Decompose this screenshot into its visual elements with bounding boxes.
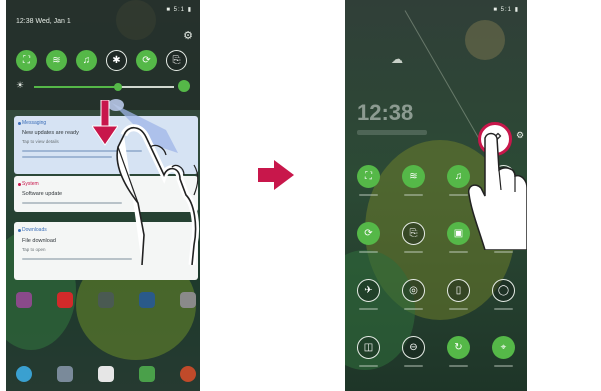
date-line bbox=[357, 130, 427, 135]
tap-gesture-hand bbox=[467, 132, 527, 250]
chrome-app-icon[interactable] bbox=[180, 366, 196, 382]
tile-label bbox=[359, 251, 378, 253]
dock-app-row bbox=[16, 366, 196, 382]
tile-label bbox=[359, 365, 378, 367]
screen-fit-icon: ⛶ bbox=[365, 171, 372, 182]
notification-title: Software update bbox=[22, 191, 63, 197]
tile-label bbox=[449, 308, 468, 310]
notification-text: Tap to open bbox=[22, 247, 46, 252]
nfc-toggle[interactable]: ⎘ bbox=[402, 222, 425, 245]
brightness-icon: ☀ bbox=[16, 80, 25, 90]
status-bar: ■ 5:1 ▮ bbox=[493, 7, 519, 13]
tile-label bbox=[359, 194, 378, 196]
status-bar: ■ 5:1 ▮ bbox=[166, 7, 192, 13]
dual-window-icon: ◫ bbox=[363, 342, 374, 353]
tile-label bbox=[404, 308, 423, 310]
play-store-icon[interactable] bbox=[139, 366, 155, 382]
notification-app: System bbox=[22, 181, 39, 187]
right-phone-screen: ■ 5:1 ▮ ☁ 12:38 ⚙ ⛶≋♫✱⟳⎘▣⌧✈◎▯◯◫⊖↻⌖ bbox=[345, 0, 527, 391]
home-app-row bbox=[16, 292, 196, 308]
bluetooth-icon: ✱ bbox=[112, 55, 121, 66]
tile-label bbox=[449, 251, 468, 253]
app-dot-icon bbox=[18, 122, 21, 125]
nfc-toggle[interactable]: ⎘ bbox=[166, 50, 187, 71]
phone-app-icon[interactable] bbox=[16, 366, 32, 382]
battery-toggle[interactable]: ▯ bbox=[447, 279, 470, 302]
rotate-icon: ⟳ bbox=[364, 228, 373, 239]
notification-app: Downloads bbox=[22, 227, 47, 233]
hotspot-toggle[interactable]: ◎ bbox=[402, 279, 425, 302]
messages-app-icon[interactable] bbox=[57, 366, 73, 382]
tile-label bbox=[404, 194, 423, 196]
lock-clock: 12:38 bbox=[357, 100, 414, 125]
instruction-figure: ■ 5:1 ▮ 12:38 Wed, Jan 1 ⚙ ⛶ ≋ ♫ ✱ ⟳ ⎘ ☀ Mess… bbox=[0, 0, 601, 391]
refresh-icon: ↻ bbox=[454, 342, 463, 353]
airplane-icon: ✈ bbox=[364, 285, 373, 296]
rotate-toggle[interactable]: ⟳ bbox=[357, 222, 380, 245]
wifi-icon: ≋ bbox=[52, 55, 61, 66]
app-icon[interactable] bbox=[98, 292, 114, 308]
left-phone-screen: ■ 5:1 ▮ 12:38 Wed, Jan 1 ⚙ ⛶ ≋ ♫ ✱ ⟳ ⎘ ☀ Mess… bbox=[6, 0, 200, 391]
wifi-icon: ≋ bbox=[409, 171, 418, 182]
app-icon[interactable] bbox=[16, 292, 32, 308]
wallpaper-flower bbox=[465, 20, 505, 60]
sync-icon: ◯ bbox=[497, 285, 510, 296]
wifi-toggle[interactable]: ≋ bbox=[402, 165, 425, 188]
sound-toggle[interactable]: ♫ bbox=[76, 50, 97, 71]
do-not-disturb-toggle[interactable]: ⊖ bbox=[402, 336, 425, 359]
airplane-toggle[interactable]: ✈ bbox=[357, 279, 380, 302]
battery-icon: ▯ bbox=[455, 285, 462, 296]
nfc-icon: ⎘ bbox=[409, 228, 418, 239]
wifi-toggle[interactable]: ≋ bbox=[46, 50, 67, 71]
sound-icon: ♫ bbox=[454, 171, 463, 182]
step-arrow-icon bbox=[274, 160, 294, 190]
notification-title: File download bbox=[22, 238, 56, 244]
do-not-disturb-icon: ⊖ bbox=[409, 342, 418, 353]
notification-title: New updates are ready bbox=[22, 130, 79, 136]
tile-label bbox=[359, 308, 378, 310]
swipe-down-arrow-icon bbox=[92, 100, 118, 146]
brightness-fill bbox=[34, 86, 118, 88]
weather-icon: ☁ bbox=[391, 52, 403, 66]
rotate-icon: ⟳ bbox=[142, 55, 151, 66]
auto-brightness-button[interactable] bbox=[178, 80, 190, 92]
screen-fit-icon: ⛶ bbox=[23, 55, 30, 66]
refresh-toggle[interactable]: ↻ bbox=[447, 336, 470, 359]
panel-date-time: 12:38 Wed, Jan 1 bbox=[16, 18, 71, 25]
gear-icon[interactable]: ⚙ bbox=[182, 30, 194, 42]
app-icon[interactable] bbox=[139, 292, 155, 308]
tile-label bbox=[494, 308, 513, 310]
tile-label bbox=[404, 251, 423, 253]
location-icon: ⌖ bbox=[500, 342, 507, 353]
notification-text: Tap to view details bbox=[22, 139, 59, 144]
camera-app-icon[interactable] bbox=[98, 366, 114, 382]
tile-label bbox=[404, 365, 423, 367]
location-toggle[interactable]: ⌖ bbox=[492, 336, 515, 359]
sound-icon: ♫ bbox=[82, 55, 91, 66]
app-icon[interactable] bbox=[180, 292, 196, 308]
brightness-slider[interactable] bbox=[34, 83, 174, 91]
tile-label bbox=[449, 365, 468, 367]
dual-window-toggle[interactable]: ◫ bbox=[357, 336, 380, 359]
tile-label bbox=[494, 365, 513, 367]
tag-icon: ▣ bbox=[453, 228, 464, 239]
app-dot-icon bbox=[18, 183, 21, 186]
app-dot-icon bbox=[18, 229, 21, 232]
app-icon[interactable] bbox=[57, 292, 73, 308]
brightness-thumb[interactable] bbox=[114, 83, 122, 91]
notification-app: Messaging bbox=[22, 120, 47, 126]
bluetooth-toggle[interactable]: ✱ bbox=[106, 50, 127, 71]
nfc-icon: ⎘ bbox=[172, 55, 181, 66]
rotate-toggle[interactable]: ⟳ bbox=[136, 50, 157, 71]
screen-fit-toggle[interactable]: ⛶ bbox=[357, 165, 380, 188]
hotspot-icon: ◎ bbox=[409, 285, 418, 296]
tile-label bbox=[494, 251, 513, 253]
screen-fit-toggle[interactable]: ⛶ bbox=[16, 50, 37, 71]
sync-toggle[interactable]: ◯ bbox=[492, 279, 515, 302]
